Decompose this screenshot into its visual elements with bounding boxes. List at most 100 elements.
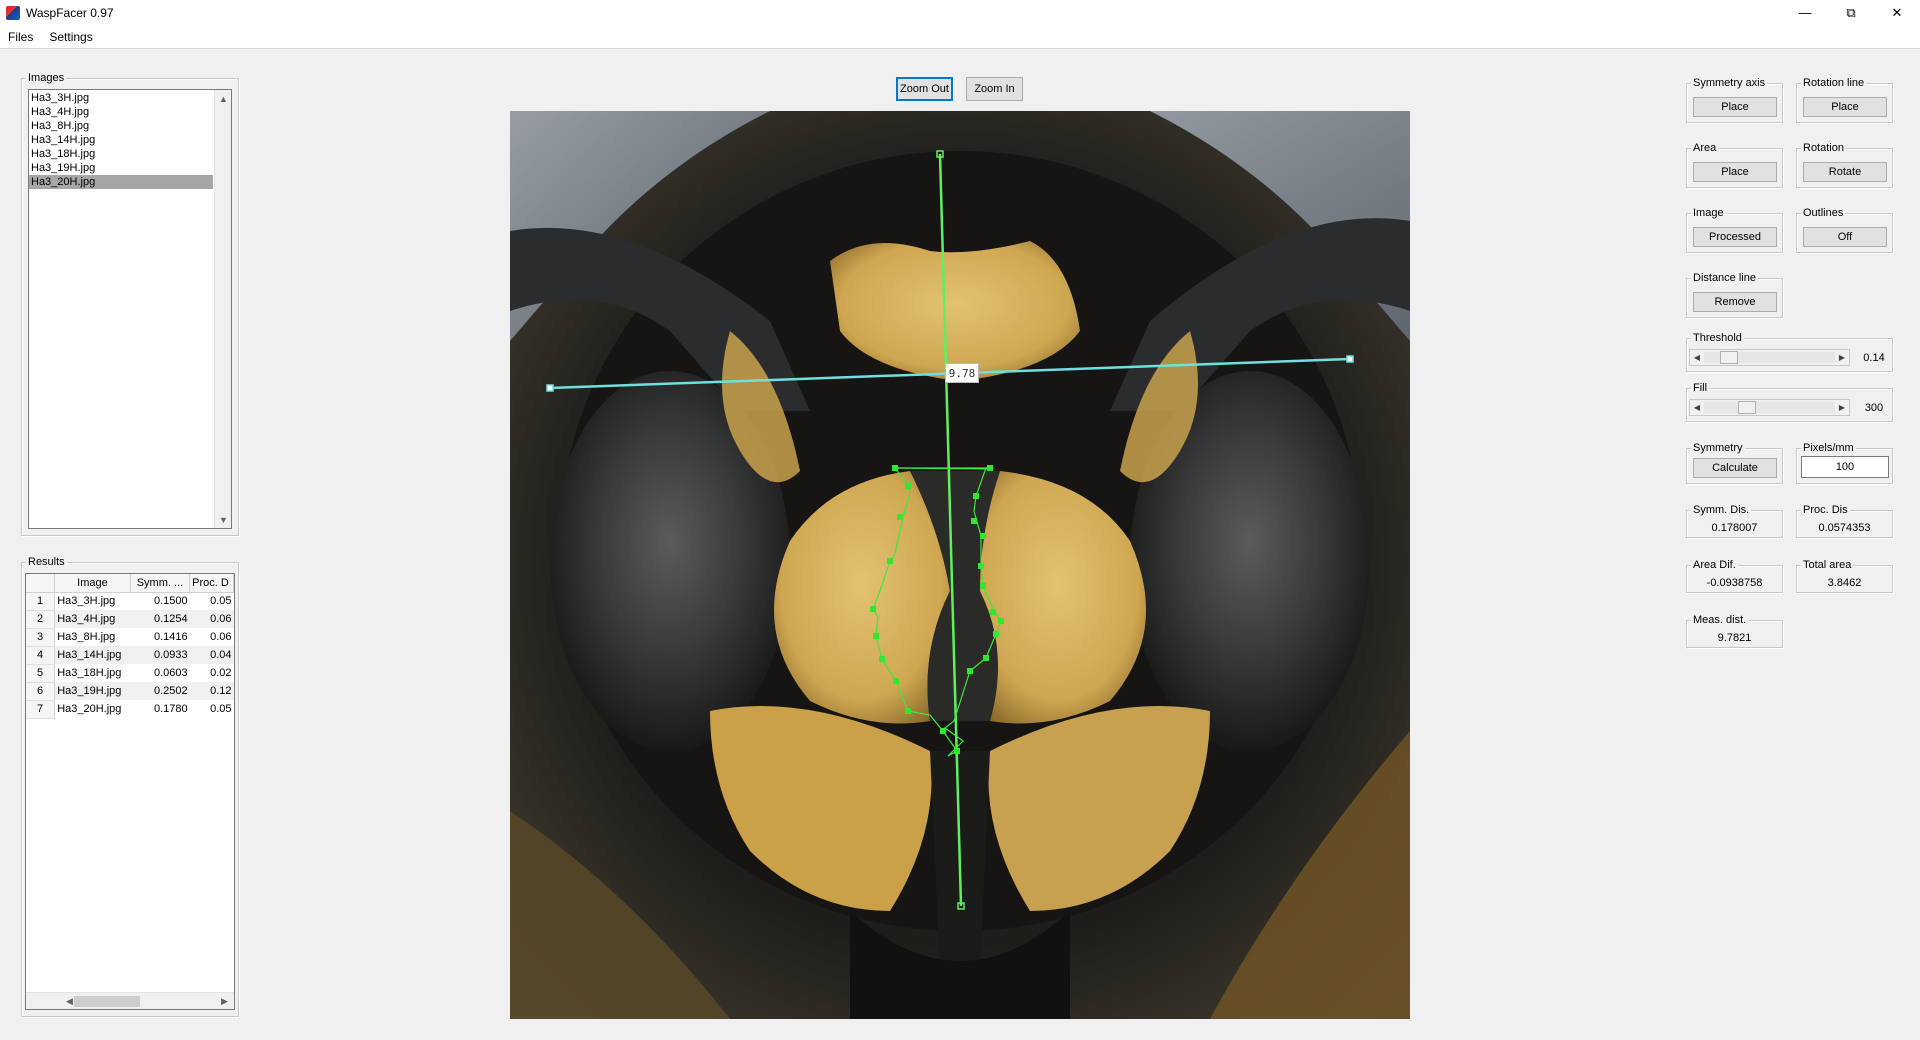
menu-files[interactable]: Files	[0, 30, 41, 44]
table-row[interactable]: 1 Ha3_3H.jpg 0.1500 0.05	[26, 592, 234, 611]
table-cell[interactable]: 0.1780	[130, 700, 189, 718]
scroll-down-icon[interactable]: ▼	[215, 511, 231, 528]
table-cell[interactable]: 0.2502	[130, 682, 190, 700]
rotate-button[interactable]: Rotate	[1803, 162, 1887, 182]
meas-dist-title: Meas. dist.	[1691, 614, 1749, 627]
rotation-line-title: Rotation line	[1801, 77, 1867, 90]
header-image[interactable]: Image	[54, 574, 131, 593]
proc-dis-title: Proc. Dis	[1801, 504, 1850, 517]
table-cell[interactable]: 0.04	[189, 646, 234, 664]
pixels-mm-input[interactable]: 100	[1801, 456, 1889, 478]
zoom-in-button[interactable]: Zoom In	[966, 77, 1023, 101]
table-cell[interactable]: Ha3_8H.jpg	[55, 628, 131, 646]
results-table-container: Image Symm. ... Proc. D 1 Ha3_3H.jpg 0.150…	[25, 573, 235, 1010]
symmetry-title: Symmetry	[1691, 442, 1745, 455]
title-bar: WaspFacer 0.97 — ⧉ ✕	[0, 0, 1920, 25]
table-cell[interactable]: 0.1254	[130, 610, 190, 628]
table-cell[interactable]: 0.05	[190, 700, 234, 718]
rotation-line-place-button[interactable]: Place	[1803, 97, 1887, 117]
table-cell[interactable]: 0.1416	[130, 628, 189, 646]
area-dif-panel: Area Dif. -0.0938758	[1686, 559, 1783, 593]
image-list-item[interactable]: Ha3_18H.jpg	[29, 147, 213, 161]
table-row[interactable]: 4 Ha3_14H.jpg 0.0933 0.04	[26, 646, 234, 665]
slider-right-arrow-icon[interactable]: ▶	[1835, 400, 1849, 415]
results-panel: Results Image Symm. ... Proc. D 1 Ha3_3H.…	[21, 556, 239, 1017]
table-cell[interactable]: 0.0603	[130, 664, 189, 682]
horizontal-scroll-thumb[interactable]	[74, 996, 140, 1007]
zoom-out-button[interactable]: Zoom Out	[896, 77, 953, 101]
pixels-mm-title: Pixels/mm	[1801, 442, 1856, 455]
image-processed-button[interactable]: Processed	[1693, 227, 1777, 247]
row-number: 6	[26, 682, 56, 701]
threshold-title: Threshold	[1691, 332, 1744, 345]
table-row[interactable]: 3 Ha3_8H.jpg 0.1416 0.06	[26, 628, 234, 647]
rotation-panel: Rotation Rotate	[1796, 142, 1893, 188]
fill-slider[interactable]: ◀ ▶	[1689, 399, 1850, 416]
image-list-item[interactable]: Ha3_20H.jpg	[29, 175, 213, 189]
images-panel-title: Images	[26, 72, 67, 85]
results-table[interactable]: Image Symm. ... Proc. D 1 Ha3_3H.jpg 0.150…	[26, 574, 234, 719]
distance-line-handle-right	[1346, 355, 1354, 363]
table-cell[interactable]: 0.05	[190, 592, 234, 610]
table-row[interactable]: 7 Ha3_20H.jpg 0.1780 0.05	[26, 700, 234, 719]
table-cell[interactable]: 0.06	[190, 628, 234, 646]
symmetry-panel: Symmetry Calculate	[1686, 442, 1783, 484]
image-list-item[interactable]: Ha3_19H.jpg	[29, 161, 213, 175]
images-vertical-scrollbar[interactable]: ▲ ▼	[214, 90, 231, 528]
table-cell[interactable]: Ha3_20H.jpg	[55, 700, 131, 718]
table-cell[interactable]: Ha3_19H.jpg	[54, 682, 131, 700]
table-cell[interactable]: Ha3_14H.jpg	[54, 646, 131, 664]
table-cell[interactable]: Ha3_18H.jpg	[55, 664, 131, 682]
table-cell[interactable]: Ha3_3H.jpg	[55, 592, 131, 610]
table-row[interactable]: 5 Ha3_18H.jpg 0.0603 0.02	[26, 664, 234, 683]
scroll-right-icon[interactable]: ▶	[216, 993, 233, 1009]
table-row[interactable]: 2 Ha3_4H.jpg 0.1254 0.06	[26, 610, 234, 629]
threshold-slider[interactable]: ◀ ▶	[1689, 349, 1850, 366]
header-proc[interactable]: Proc. D	[189, 574, 234, 593]
symm-dis-panel: Symm. Dis. 0.178007	[1686, 504, 1783, 538]
menu-bar: Files Settings	[0, 25, 1920, 49]
table-cell[interactable]: 0.02	[190, 664, 234, 682]
outlines-title: Outlines	[1801, 207, 1846, 220]
wasp-image-view[interactable]: 9.78	[510, 111, 1410, 1019]
image-list-item[interactable]: Ha3_3H.jpg	[29, 91, 213, 105]
results-horizontal-scrollbar[interactable]: ◀ ▶	[26, 992, 234, 1009]
image-list-item[interactable]: Ha3_8H.jpg	[29, 119, 213, 133]
results-body: 1 Ha3_3H.jpg 0.1500 0.05 2 Ha3_4H.jpg 0.1254 0.…	[26, 592, 234, 719]
image-mode-title: Image	[1691, 207, 1726, 220]
header-symm[interactable]: Symm. ...	[130, 574, 191, 593]
slider-left-arrow-icon[interactable]: ◀	[1690, 350, 1704, 365]
table-cell[interactable]: 0.12	[189, 682, 234, 700]
restore-button[interactable]: ⧉	[1828, 0, 1874, 25]
window-title: WaspFacer 0.97	[26, 5, 114, 20]
images-listbox[interactable]: Ha3_3H.jpg Ha3_4H.jpg Ha3_8H.jpg Ha3_14H.jp…	[28, 89, 232, 529]
pixels-mm-panel: Pixels/mm 100	[1796, 442, 1893, 484]
images-panel: Images Ha3_3H.jpg Ha3_4H.jpg Ha3_8H.jpg Ha3…	[21, 72, 239, 536]
threshold-thumb[interactable]	[1719, 351, 1738, 364]
total-area-title: Total area	[1801, 559, 1854, 572]
slider-right-arrow-icon[interactable]: ▶	[1835, 350, 1849, 365]
table-cell[interactable]: 0.1500	[130, 592, 189, 610]
outline-vertices	[870, 465, 1004, 754]
scroll-up-icon[interactable]: ▲	[215, 90, 231, 107]
slider-left-arrow-icon[interactable]: ◀	[1690, 400, 1704, 415]
table-cell[interactable]: Ha3_4H.jpg	[54, 610, 131, 628]
image-list-item[interactable]: Ha3_14H.jpg	[29, 133, 213, 147]
area-place-button[interactable]: Place	[1693, 162, 1777, 182]
table-row[interactable]: 6 Ha3_19H.jpg 0.2502 0.12	[26, 682, 234, 701]
menu-settings[interactable]: Settings	[41, 30, 100, 44]
table-cell[interactable]: 0.06	[189, 610, 234, 628]
fill-thumb[interactable]	[1737, 401, 1756, 414]
image-list-item[interactable]: Ha3_4H.jpg	[29, 105, 213, 119]
symmetry-calculate-button[interactable]: Calculate	[1693, 458, 1777, 478]
table-cell[interactable]: 0.0933	[130, 646, 190, 664]
symmetry-axis-place-button[interactable]: Place	[1693, 97, 1777, 117]
image-mode-panel: Image Processed	[1686, 207, 1783, 253]
outlines-toggle-button[interactable]: Off	[1803, 227, 1887, 247]
distance-label: 9.78	[945, 363, 979, 383]
row-number: 5	[26, 664, 56, 683]
distance-line-remove-button[interactable]: Remove	[1693, 292, 1777, 312]
minimize-button[interactable]: —	[1782, 0, 1828, 25]
header-rownum	[26, 574, 56, 593]
close-button[interactable]: ✕	[1874, 0, 1920, 25]
